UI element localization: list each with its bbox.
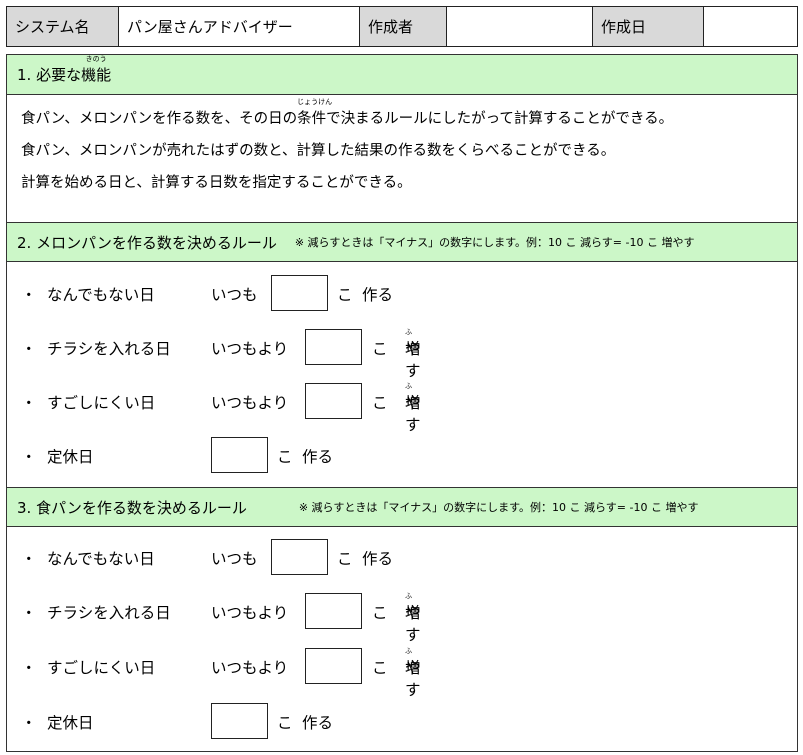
shokupan-hard-day-row: ・ すごしにくい日 いつもより こ ふ増やす [21, 647, 421, 699]
melonpan-normal-day-input[interactable] [271, 275, 328, 311]
row-label: すごしにくい日 [47, 659, 156, 677]
melonpan-normal-day-row: ・ なんでもない日 いつも こ 作る [7, 275, 797, 313]
feature-line-1-ruby-word: じょうけん 条件 [297, 98, 332, 128]
section1-title-prefix: 1. 必要な [17, 66, 82, 84]
verb-make: 作る [362, 286, 394, 304]
unit-ko: こ [372, 340, 388, 358]
row-label: 定休日 [47, 448, 94, 466]
verb-increase-rest: やす [405, 340, 421, 380]
unit-ko: こ [372, 659, 388, 677]
shokupan-hard-day-input[interactable] [305, 648, 362, 684]
section2-note: ※ 減らすときは「マイナス」の数字にします。例：10 こ 減らす= -10 こ … [294, 236, 695, 249]
bullet: ・ [21, 550, 37, 568]
author-value[interactable] [447, 7, 593, 46]
bullet: ・ [21, 394, 37, 412]
row-base-text: いつもより [211, 340, 289, 358]
ruby-base: 機能 [81, 66, 112, 84]
melonpan-hard-day-row: ・ すごしにくい日 いつもより こ ふ増やす [21, 382, 421, 434]
ruby-base: 条件 [297, 111, 327, 127]
unit-ko: こ [277, 448, 293, 466]
section-required-features-header: 1. 必要な きのう機能 [7, 55, 797, 95]
row-base-text: いつもより [211, 604, 289, 622]
section2-title: 2. メロンパンを作る数を決めるルール [17, 233, 277, 252]
section1-title-ruby-word: きのう 機能 [81, 55, 112, 85]
row-base-text: いつもより [211, 659, 289, 677]
row-base-text: いつもより [211, 394, 289, 412]
shokupan-normal-day-row: ・ なんでもない日 いつも こ 作る [7, 539, 797, 577]
row-base-text: いつも [211, 550, 258, 568]
melonpan-flyer-day-row: ・ チラシを入れる日 いつもより こ ふ増やす [21, 328, 421, 380]
author-label: 作成者 [360, 7, 447, 46]
verb-increase-rest: やす [405, 659, 421, 699]
unit-ko: こ [337, 286, 353, 304]
row-label: チラシを入れる日 [47, 340, 171, 358]
verb-make: 作る [302, 714, 334, 732]
feature-line-1-before: 食パン、メロンパンを作る数を、その日の [21, 111, 298, 127]
bullet: ・ [21, 604, 37, 622]
date-value[interactable] [704, 7, 797, 46]
verb-increase-rest: やす [405, 394, 421, 434]
shokupan-flyer-day-input[interactable] [305, 593, 362, 629]
row-label: すごしにくい日 [47, 394, 156, 412]
spec-frame: 1. 必要な きのう 機能 食パン、メロンパンを作る数を、その日の じょうけん 条件で決… [6, 54, 798, 752]
unit-ko: こ [337, 550, 353, 568]
row-base-text: いつも [211, 286, 258, 304]
shokupan-holiday-row: ・ 定休日 こ 作る [7, 703, 797, 741]
bullet: ・ [21, 286, 37, 304]
bullet: ・ [21, 659, 37, 677]
row-label: なんでもない日 [47, 286, 155, 304]
melonpan-flyer-day-input[interactable] [305, 329, 362, 365]
verb-make: 作る [302, 448, 334, 466]
unit-ko: こ [372, 394, 388, 412]
melonpan-holiday-input[interactable] [211, 437, 268, 473]
unit-ko: こ [277, 714, 293, 732]
melonpan-hard-day-input[interactable] [305, 383, 362, 419]
section3-note: ※ 減らすときは「マイナス」の数字にします。例：10 こ 減らす= -10 こ … [298, 501, 699, 514]
header-table: システム名 パン屋さんアドバイザー 作成者 作成日 [6, 6, 798, 47]
shokupan-normal-day-input[interactable] [271, 539, 328, 575]
section3-title: 3. 食パンを作る数を決めるルール [17, 498, 247, 517]
section-melonpan-rule-header: 2. メロンパンを作る数を決めるルール ※ 減らすときは「マイナス」の数字にしま… [7, 222, 797, 262]
unit-ko: こ [372, 604, 388, 622]
ruby-text: きのう [85, 55, 107, 63]
bullet: ・ [21, 448, 37, 466]
section-shokupan-rule-header: 3. 食パンを作る数を決めるルール ※ 減らすときは「マイナス」の数字にします。… [7, 487, 797, 527]
row-label: チラシを入れる日 [47, 604, 171, 622]
melonpan-holiday-row: ・ 定休日 こ 作る [7, 437, 797, 475]
bullet: ・ [21, 714, 37, 732]
feature-line-2: 食パン、メロンパンが売れたはずの数と、計算した結果の作る数をくらべることができる… [21, 143, 616, 159]
feature-line-1-after: で決まるルールにしたがって計算することができる。 [326, 111, 674, 127]
bullet: ・ [21, 340, 37, 358]
system-name-label: システム名 [7, 7, 119, 46]
row-label: 定休日 [47, 714, 94, 732]
system-name-value[interactable]: パン屋さんアドバイザー [119, 7, 360, 46]
shokupan-flyer-day-row: ・ チラシを入れる日 いつもより こ ふ増やす [21, 592, 421, 644]
ruby-text: じょうけん [297, 98, 333, 106]
row-label: なんでもない日 [47, 550, 155, 568]
verb-increase-rest: やす [405, 604, 421, 644]
date-label: 作成日 [593, 7, 704, 46]
feature-line-3: 計算を始める日と、計算する日数を指定することができる。 [21, 175, 412, 191]
feature-line-1: 食パン、メロンパンを作る数を、その日の じょうけん 条件で決まるルールにしたがって計… [21, 98, 674, 128]
verb-make: 作る [362, 550, 394, 568]
shokupan-holiday-input[interactable] [211, 703, 268, 739]
